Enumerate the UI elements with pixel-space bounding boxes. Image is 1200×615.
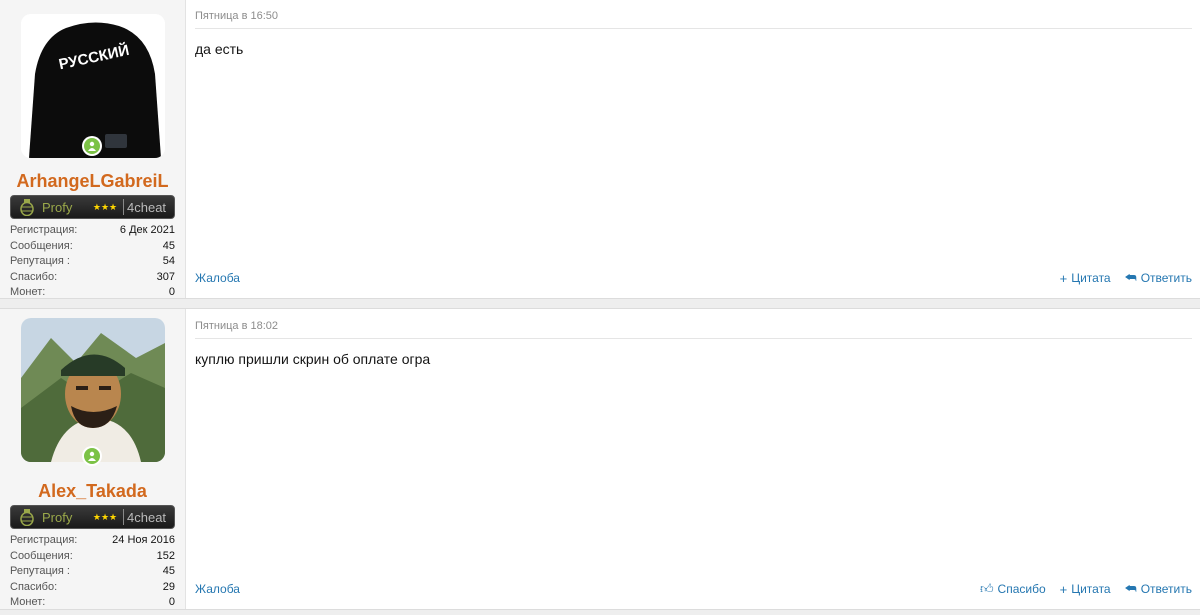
plus-icon: + (1059, 581, 1068, 597)
post-message: да есть (195, 41, 244, 57)
plus-icon: + (1059, 270, 1068, 286)
post-1: РУССКИЙ ArhangeLGabreiL Profy ★★★ 4cheat… (0, 0, 1200, 299)
stat-value: 6 Дек 2021 (119, 224, 175, 236)
post-content: Пятница в 16:50 да есть Жалоба + Цитата ⮪… (186, 0, 1200, 298)
post-2: Alex_Takada Profy ★★★ 4cheat Регистрация… (0, 308, 1200, 610)
avatar[interactable] (20, 318, 165, 462)
stat-key: Сообщения: (10, 549, 73, 562)
stat-value: 45 (162, 239, 175, 252)
grenade-icon (16, 196, 38, 218)
stat-key: Спасибо: (10, 270, 58, 283)
rank-stars-icon: ★★★ (92, 202, 118, 212)
stat-key: Репутация : (10, 565, 70, 577)
thumbs-up-icon: 👍︎ (979, 581, 994, 596)
like-button[interactable]: 👍︎ Спасибо (980, 581, 1046, 597)
user-banner: Profy ★★★ 4cheat (10, 195, 175, 219)
stat-value: 24 Ноя 2016 (112, 534, 175, 546)
post-footer: Жалоба + Цитата ⮪ Ответить (195, 270, 1192, 286)
user-info: РУССКИЙ ArhangeLGabreiL Profy ★★★ 4cheat… (0, 0, 186, 298)
rank-stars-icon: ★★★ (92, 512, 118, 522)
site-label: 4cheat (127, 199, 167, 215)
username[interactable]: Alex_Takada (10, 480, 175, 502)
user-stats: Регистрация: 6 Дек 2021 Сообщения: 45 Репу… (10, 223, 175, 301)
stat-key: Регистрация: (10, 224, 78, 236)
report-link[interactable]: Жалоба (195, 582, 240, 596)
stat-value: 45 (162, 565, 175, 577)
user-info: Alex_Takada Profy ★★★ 4cheat Регистрация… (0, 309, 186, 609)
user-banner: Profy ★★★ 4cheat (10, 505, 175, 529)
stat-key: Регистрация: (10, 534, 78, 546)
reply-icon: ⮪ (1124, 270, 1137, 285)
online-status-icon (82, 136, 102, 156)
post-content: Пятница в 18:02 куплю пришли скрин об оп… (186, 309, 1200, 609)
stat-key: Монет: (10, 596, 46, 608)
post-date[interactable]: Пятница в 18:02 (195, 313, 1192, 339)
post-message: куплю пришли скрин об оплате огра (195, 351, 431, 367)
post-date[interactable]: Пятница в 16:50 (195, 3, 1192, 29)
stat-value: 0 (168, 286, 175, 298)
stat-value: 0 (168, 596, 175, 608)
stat-key: Монет: (10, 286, 46, 298)
grenade-icon (16, 506, 38, 528)
post-footer: Жалоба 👍︎ Спасибо + Цитата ⮪ Ответить (195, 581, 1192, 597)
online-status-icon (82, 446, 102, 466)
stat-key: Репутация : (10, 255, 70, 267)
reply-button[interactable]: ⮪ Ответить (1125, 270, 1192, 286)
stat-value: 152 (156, 549, 175, 562)
stat-value: 29 (162, 580, 175, 593)
quote-button[interactable]: + Цитата (1060, 270, 1111, 286)
reply-icon: ⮪ (1124, 581, 1137, 596)
rank-label: Profy (42, 509, 73, 525)
stat-key: Спасибо: (10, 580, 58, 593)
stat-key: Сообщения: (10, 239, 73, 252)
username[interactable]: ArhangeLGabreiL (10, 170, 175, 192)
stat-value: 307 (156, 270, 175, 283)
report-link[interactable]: Жалоба (195, 271, 240, 285)
quote-button[interactable]: + Цитата (1060, 581, 1111, 597)
rank-label: Profy (42, 199, 73, 215)
reply-button[interactable]: ⮪ Ответить (1125, 581, 1192, 597)
site-label: 4cheat (127, 509, 167, 525)
stat-value: 54 (162, 255, 175, 267)
user-stats: Регистрация: 24 Ноя 2016 Сообщения: 152 Ре… (10, 533, 175, 611)
